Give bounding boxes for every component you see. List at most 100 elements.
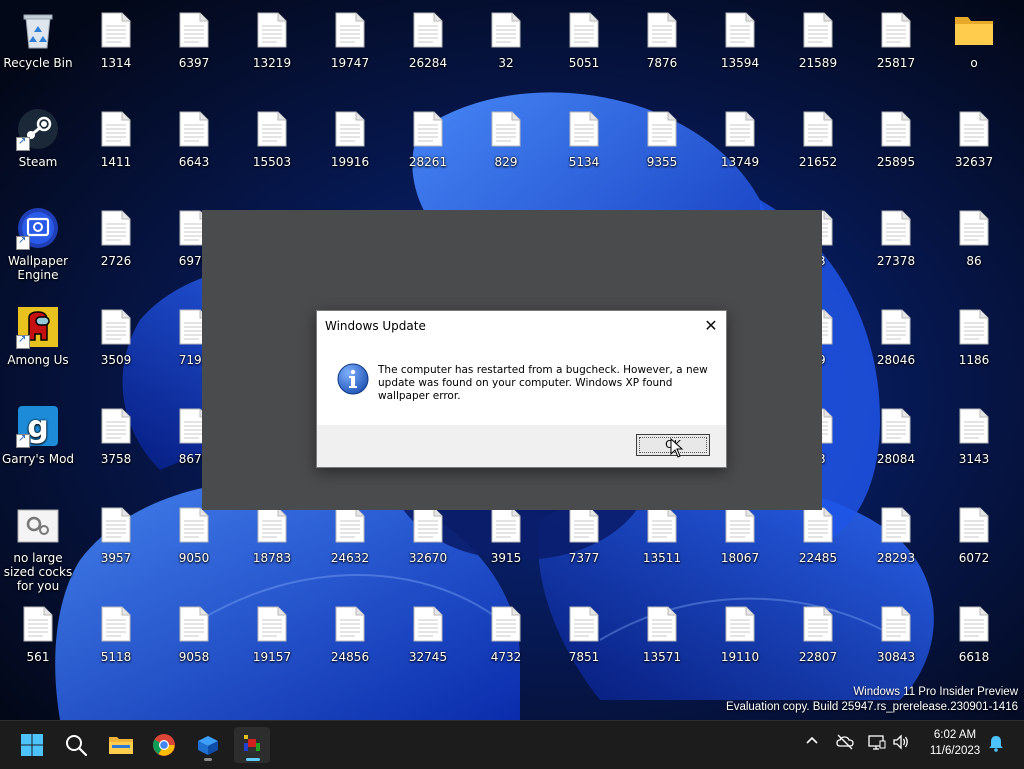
- desktop-shortcut-item[interactable]: no large sized cocks for you: [0, 503, 76, 593]
- file-image: [718, 8, 762, 52]
- clock-date: 11/6/2023: [929, 745, 981, 757]
- active-app-button[interactable]: [234, 727, 270, 763]
- file-item[interactable]: 3143: [936, 404, 1012, 466]
- chrome-button[interactable]: [146, 727, 182, 763]
- file-item[interactable]: 19747: [312, 8, 388, 70]
- file-item[interactable]: 28046: [858, 305, 934, 367]
- close-icon[interactable]: ✕: [696, 311, 726, 341]
- file-item[interactable]: 18783: [234, 503, 310, 565]
- file-item[interactable]: 27378: [858, 206, 934, 268]
- dialog-titlebar[interactable]: Windows Update ✕: [317, 311, 726, 341]
- file-item[interactable]: 829: [468, 107, 544, 169]
- file-item[interactable]: 86: [936, 206, 1012, 268]
- volume-icon[interactable]: [892, 734, 910, 754]
- file-item[interactable]: 25895: [858, 107, 934, 169]
- file-item[interactable]: 3915: [468, 503, 544, 565]
- file-item[interactable]: 13571: [624, 602, 700, 664]
- file-image: [874, 404, 918, 448]
- file-item[interactable]: 13749: [702, 107, 778, 169]
- desktop-shortcut-item[interactable]: g Garry's Mod: [0, 404, 76, 466]
- network-icon[interactable]: [868, 734, 886, 754]
- desktop-icon-label: 5134: [568, 155, 600, 169]
- file-item[interactable]: 22807: [780, 602, 856, 664]
- file-item[interactable]: 6643: [156, 107, 232, 169]
- file-item[interactable]: 32745: [390, 602, 466, 664]
- desktop-icon-label: 26284: [408, 56, 448, 70]
- app-button[interactable]: [190, 727, 226, 763]
- file-item[interactable]: 22485: [780, 503, 856, 565]
- file-item[interactable]: 28293: [858, 503, 934, 565]
- clock[interactable]: 6:02 AM 11/6/2023: [920, 727, 990, 759]
- file-item[interactable]: 21589: [780, 8, 856, 70]
- notification-bell-icon[interactable]: [988, 734, 1004, 756]
- folder-item[interactable]: o: [936, 8, 1012, 70]
- running-indicator: [204, 758, 212, 761]
- file-item[interactable]: 7377: [546, 503, 622, 565]
- desktop-shortcut-item[interactable]: Among Us: [0, 305, 76, 367]
- file-item[interactable]: 15503: [234, 107, 310, 169]
- file-item[interactable]: 1314: [78, 8, 154, 70]
- file-item[interactable]: 13594: [702, 8, 778, 70]
- file-item[interactable]: 32: [468, 8, 544, 70]
- file-item[interactable]: 19157: [234, 602, 310, 664]
- file-item[interactable]: 6618: [936, 602, 1012, 664]
- file-item[interactable]: 4732: [468, 602, 544, 664]
- file-item[interactable]: 32670: [390, 503, 466, 565]
- file-image: [952, 503, 996, 547]
- file-image: [640, 602, 684, 646]
- file-item[interactable]: 32637: [936, 107, 1012, 169]
- desktop-shortcut-item[interactable]: Steam: [0, 107, 76, 169]
- file-item[interactable]: 24856: [312, 602, 388, 664]
- file-item[interactable]: 19110: [702, 602, 778, 664]
- desktop-shortcut-image: [16, 206, 60, 250]
- file-item[interactable]: 30843: [858, 602, 934, 664]
- desktop-icon-label: 6643: [178, 155, 210, 169]
- file-item[interactable]: 5118: [78, 602, 154, 664]
- file-item[interactable]: 9058: [156, 602, 232, 664]
- file-item[interactable]: 1411: [78, 107, 154, 169]
- file-item[interactable]: 28084: [858, 404, 934, 466]
- file-item[interactable]: 1186: [936, 305, 1012, 367]
- file-image: [406, 8, 450, 52]
- file-image: [874, 305, 918, 349]
- file-item[interactable]: 7876: [624, 8, 700, 70]
- file-image: [952, 206, 996, 250]
- file-explorer-button[interactable]: [102, 727, 138, 763]
- file-image: [94, 206, 138, 250]
- file-item[interactable]: 19916: [312, 107, 388, 169]
- file-item[interactable]: 2726: [78, 206, 154, 268]
- file-item[interactable]: 21652: [780, 107, 856, 169]
- desktop-shortcut-item[interactable]: Wallpaper Engine: [0, 206, 76, 282]
- file-image: [874, 206, 918, 250]
- file-item[interactable]: 13219: [234, 8, 310, 70]
- file-item[interactable]: 7851: [546, 602, 622, 664]
- start-button[interactable]: [14, 727, 50, 763]
- desktop-icon-label: 18067: [720, 551, 760, 565]
- search-button[interactable]: [58, 727, 94, 763]
- desktop-icon-label: 19747: [330, 56, 370, 70]
- onedrive-offline-icon[interactable]: [836, 734, 854, 754]
- file-item[interactable]: 18067: [702, 503, 778, 565]
- file-image: [328, 8, 372, 52]
- file-item[interactable]: 26284: [390, 8, 466, 70]
- watermark-line-2: Evaluation copy. Build 25947.rs_prerelea…: [726, 701, 1018, 713]
- file-item[interactable]: 13511: [624, 503, 700, 565]
- file-item[interactable]: 6397: [156, 8, 232, 70]
- file-item[interactable]: 9050: [156, 503, 232, 565]
- file-item[interactable]: 9355: [624, 107, 700, 169]
- file-item[interactable]: 24632: [312, 503, 388, 565]
- file-item[interactable]: 3758: [78, 404, 154, 466]
- desktop-shortcut-item[interactable]: 561: [0, 602, 76, 664]
- desktop-icon-label: 1186: [958, 353, 990, 367]
- evaluation-watermark: Windows 11 Pro Insider Preview Evaluatio…: [726, 685, 1018, 715]
- file-item[interactable]: 25817: [858, 8, 934, 70]
- desktop-shortcut-item[interactable]: Recycle Bin: [0, 8, 76, 70]
- file-item[interactable]: 28261: [390, 107, 466, 169]
- file-item[interactable]: 3509: [78, 305, 154, 367]
- file-item[interactable]: 3957: [78, 503, 154, 565]
- file-item[interactable]: 6072: [936, 503, 1012, 565]
- file-item[interactable]: 5051: [546, 8, 622, 70]
- chevron-up-icon[interactable]: [805, 734, 819, 752]
- desktop-icon-label: 3509: [100, 353, 132, 367]
- file-item[interactable]: 5134: [546, 107, 622, 169]
